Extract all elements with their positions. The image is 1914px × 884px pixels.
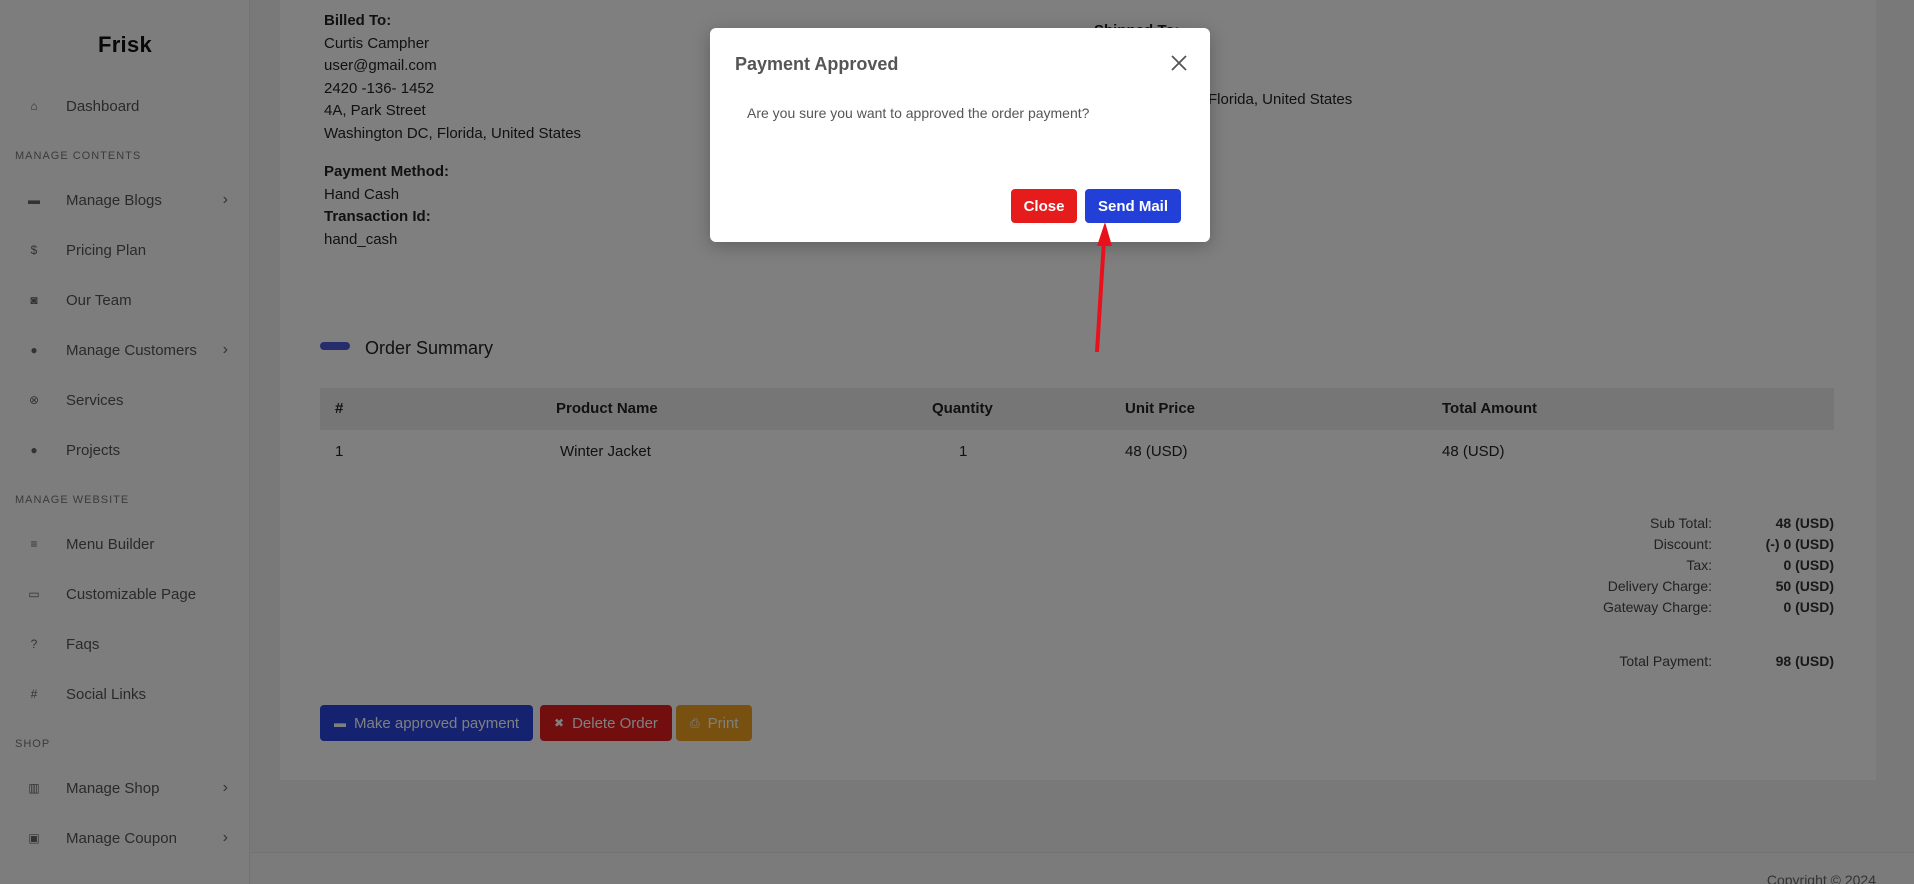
close-icon[interactable]: [1168, 52, 1190, 74]
modal-message: Are you sure you want to approved the or…: [747, 105, 1090, 121]
modal-title: Payment Approved: [735, 54, 899, 74]
send-mail-button[interactable]: Send Mail: [1085, 189, 1181, 223]
close-button[interactable]: Close: [1011, 189, 1077, 223]
payment-approved-modal: Payment Approved Are you sure you want t…: [710, 28, 1210, 242]
